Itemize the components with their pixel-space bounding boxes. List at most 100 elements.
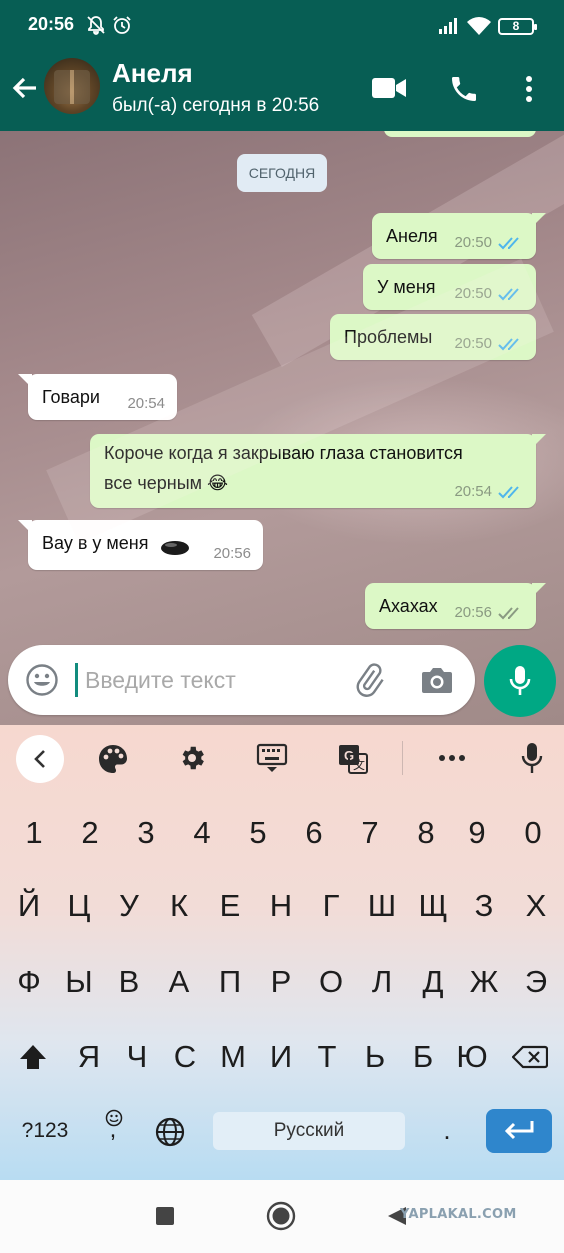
key-letter[interactable]: Ж: [458, 952, 510, 1012]
comma-key[interactable]: ,: [98, 1110, 128, 1150]
message-incoming[interactable]: Говари 20:54: [18, 374, 177, 420]
more-icon[interactable]: [438, 753, 466, 763]
message-meta: 20:54: [127, 395, 165, 412]
chat-header: Анеля был(-а) сегодня в 20:56: [0, 45, 564, 131]
key-7[interactable]: 7: [342, 803, 398, 863]
key-letter[interactable]: Х: [510, 876, 562, 936]
message-outgoing[interactable]: Ахахах 20:56: [365, 583, 546, 629]
key-letter[interactable]: О: [306, 952, 356, 1012]
message-time: 20:54: [127, 395, 165, 412]
key-letter[interactable]: У: [104, 876, 154, 936]
more-vertical-icon[interactable]: [521, 74, 537, 104]
key-letter[interactable]: Е: [204, 876, 256, 936]
key-letter[interactable]: М: [208, 1027, 258, 1087]
message-input-bar[interactable]: Введите текст: [8, 645, 475, 715]
letter-row-1: Й Ц У К Е Н Г Ш Щ З Х: [0, 876, 564, 936]
key-letter[interactable]: Ч: [112, 1027, 162, 1087]
attach-icon[interactable]: [351, 662, 387, 698]
settings-icon[interactable]: [177, 743, 207, 773]
home-circle-icon[interactable]: [266, 1201, 296, 1231]
video-call-icon[interactable]: [371, 76, 407, 100]
key-9[interactable]: 9: [454, 803, 500, 863]
message-meta: 20:54: [454, 483, 524, 500]
message-meta: 20:50: [454, 285, 524, 302]
key-letter[interactable]: Я: [64, 1027, 114, 1087]
key-letter[interactable]: В: [104, 952, 154, 1012]
symbols-key[interactable]: ?123: [10, 1101, 80, 1161]
previous-message-peek: [384, 131, 536, 137]
key-1[interactable]: 1: [6, 803, 62, 863]
contact-name[interactable]: Анеля: [112, 58, 193, 89]
key-letter[interactable]: Д: [408, 952, 458, 1012]
key-letter[interactable]: Г: [306, 876, 356, 936]
message-text: Вау в у меня: [42, 533, 149, 553]
key-letter[interactable]: Р: [256, 952, 306, 1012]
read-ticks-icon: [498, 287, 519, 300]
period-key[interactable]: .: [432, 1110, 462, 1150]
read-ticks-icon: [498, 485, 519, 498]
key-letter[interactable]: П: [204, 952, 256, 1012]
key-letter[interactable]: Э: [510, 952, 562, 1012]
key-letter[interactable]: А: [154, 952, 204, 1012]
message-time: 20:50: [454, 234, 492, 251]
black-oval-emoji: [161, 541, 189, 555]
key-letter[interactable]: Ь: [350, 1027, 400, 1087]
back-arrow-icon[interactable]: [10, 73, 40, 103]
key-letter[interactable]: Й: [4, 876, 54, 936]
read-ticks-icon: [498, 337, 519, 350]
key-4[interactable]: 4: [174, 803, 230, 863]
key-letter[interactable]: Л: [356, 952, 408, 1012]
key-letter[interactable]: К: [154, 876, 204, 936]
voice-record-button[interactable]: [484, 645, 556, 717]
key-8[interactable]: 8: [398, 803, 454, 863]
message-outgoing[interactable]: Проблемы 20:50: [330, 314, 536, 360]
palette-icon[interactable]: [97, 743, 129, 775]
shift-icon[interactable]: [18, 1043, 48, 1071]
message-incoming[interactable]: Вау в у меня 20:56: [18, 520, 263, 570]
key-0[interactable]: 0: [505, 803, 561, 863]
bell-off-icon: [87, 16, 105, 35]
message-time: 20:54: [454, 483, 492, 500]
key-letter[interactable]: С: [160, 1027, 210, 1087]
message-outgoing[interactable]: Короче когда я закрываю глаза становится…: [90, 434, 546, 508]
enter-icon: [504, 1121, 534, 1140]
keyboard-collapse-button[interactable]: [16, 735, 64, 783]
space-key[interactable]: Русский: [213, 1112, 405, 1150]
key-letter[interactable]: Ш: [356, 876, 408, 936]
watermark: YAPLAKAL.COM: [400, 1207, 517, 1222]
key-letter[interactable]: Щ: [408, 876, 458, 936]
key-letter[interactable]: З: [458, 876, 510, 936]
last-seen-status[interactable]: был(-а) сегодня в 20:56: [112, 95, 319, 117]
message-outgoing[interactable]: У меня 20:50: [363, 264, 536, 310]
mic-icon[interactable]: [520, 741, 544, 775]
key-letter[interactable]: Ю: [446, 1027, 498, 1087]
backspace-icon[interactable]: [512, 1045, 548, 1069]
key-letter[interactable]: Б: [398, 1027, 448, 1087]
avatar[interactable]: [44, 58, 100, 114]
key-letter[interactable]: Н: [256, 876, 306, 936]
globe-icon[interactable]: [155, 1117, 185, 1147]
key-3[interactable]: 3: [118, 803, 174, 863]
key-letter[interactable]: Ц: [54, 876, 104, 936]
message-outgoing[interactable]: Анеля 20:50: [372, 213, 546, 259]
message-text-line2: все черным 😂: [104, 473, 229, 493]
key-letter[interactable]: Т: [302, 1027, 352, 1087]
key-letter[interactable]: Ф: [4, 952, 54, 1012]
key-5[interactable]: 5: [230, 803, 286, 863]
chat-area[interactable]: СЕГОДНЯ Анеля 20:50 У меня 20:50 Проблем…: [0, 131, 564, 725]
key-2[interactable]: 2: [62, 803, 118, 863]
svg-text:文: 文: [353, 757, 365, 772]
translate-icon[interactable]: G 文: [337, 743, 369, 775]
message-input[interactable]: Введите текст: [85, 667, 236, 694]
camera-icon[interactable]: [420, 665, 454, 695]
recents-square-icon[interactable]: [155, 1206, 175, 1226]
message-text: Короче когда я закрываю глаза становится: [104, 443, 463, 463]
emoji-icon[interactable]: [25, 663, 59, 697]
phone-icon[interactable]: [448, 73, 480, 105]
key-6[interactable]: 6: [286, 803, 342, 863]
key-letter[interactable]: Ы: [54, 952, 104, 1012]
key-letter[interactable]: И: [256, 1027, 306, 1087]
keyboard-icon[interactable]: [256, 743, 288, 773]
enter-key[interactable]: [486, 1109, 552, 1153]
number-row: 1 2 3 4 5 6 7 8 9 0: [0, 803, 564, 863]
